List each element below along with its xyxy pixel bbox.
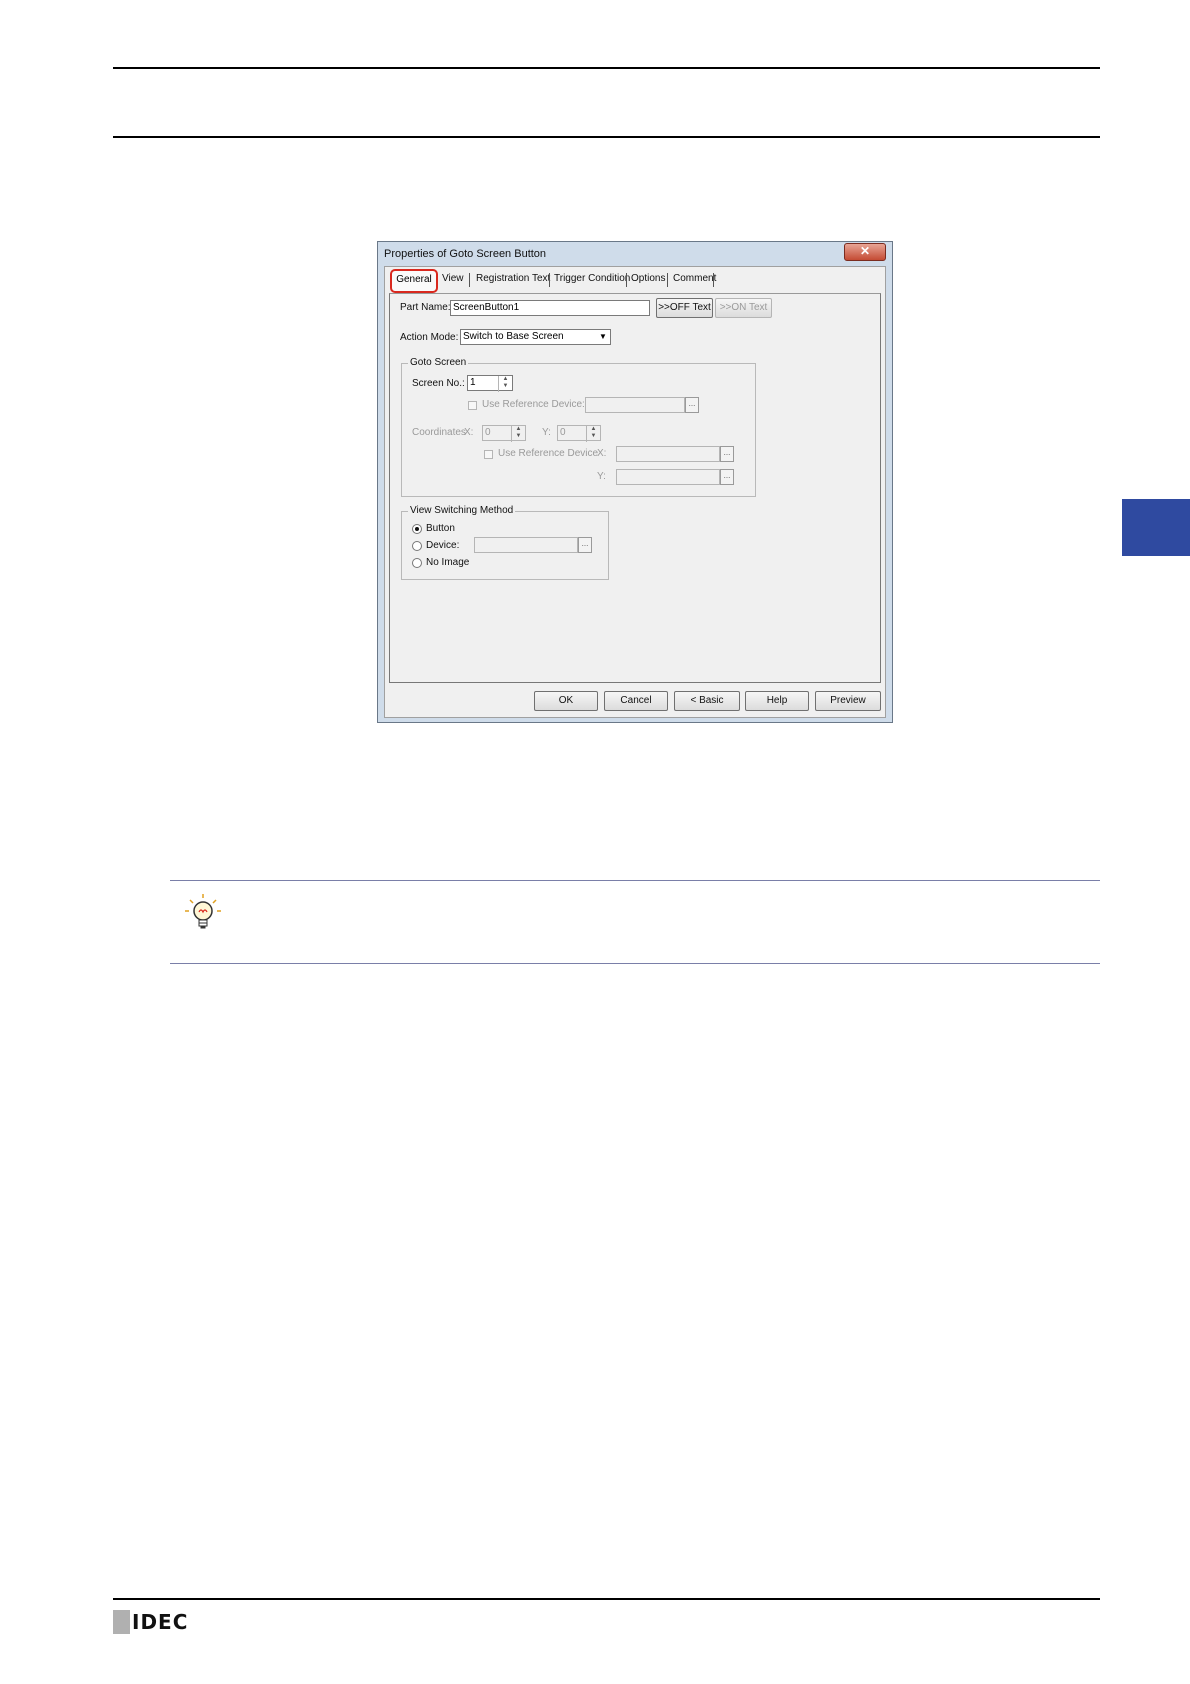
use-reference-device-label: Use Reference Device: (482, 399, 585, 410)
spin-arrows-icon[interactable]: ▲ ▼ (498, 376, 512, 392)
close-button[interactable]: ✕ (844, 243, 886, 261)
tab-view[interactable]: View (442, 273, 464, 284)
preview-button[interactable]: Preview (815, 691, 881, 711)
radio-button-label: Button (426, 523, 455, 534)
screen-no-stepper[interactable]: 1 ▲ ▼ (467, 375, 513, 392)
tab-registration-text[interactable]: Registration Text (476, 273, 550, 284)
basic-button[interactable]: < Basic (674, 691, 740, 711)
radio-no-image-label: No Image (426, 557, 470, 568)
logo-bar (113, 1610, 130, 1634)
hint-top-rule (170, 880, 1100, 881)
radio-device-label: Device: (426, 540, 460, 551)
help-button[interactable]: Help (745, 691, 809, 711)
radio-no-image-option[interactable] (412, 558, 422, 568)
tab-comment[interactable]: Comment (673, 273, 716, 284)
hint-bottom-rule (170, 963, 1100, 964)
screen-no-value: 1 (470, 377, 476, 388)
tab-general[interactable]: General (390, 269, 438, 293)
ref-y-label: Y: (597, 471, 606, 482)
view-switching-group: View Switching Method Button Device: ...… (401, 505, 609, 580)
use-reference-device-checkbox[interactable] (468, 401, 477, 410)
coord-y-label: Y: (542, 427, 551, 438)
tab-separator (469, 273, 470, 287)
browse-device-icon[interactable]: ... (685, 397, 699, 413)
tab-separator (667, 273, 668, 287)
radio-device-option[interactable] (412, 541, 422, 551)
cancel-button[interactable]: Cancel (604, 691, 668, 711)
coord-x-stepper[interactable]: 0 ▲ ▼ (482, 425, 526, 442)
tab-separator (713, 273, 714, 287)
lightbulb-icon (183, 892, 223, 932)
chapter-side-tab (1122, 499, 1190, 556)
use-reference-device-coord-checkbox[interactable] (484, 450, 493, 459)
footer-rule (113, 1598, 1100, 1600)
coord-x-label: X: (464, 427, 474, 438)
logo-text: IDEC (132, 1610, 189, 1634)
header-rule (113, 136, 1100, 138)
screen-no-label: Screen No.: (412, 378, 465, 389)
coord-y-stepper[interactable]: 0 ▲ ▼ (557, 425, 601, 442)
chevron-down-icon: ▼ (599, 332, 607, 341)
off-text-button[interactable]: >>OFF Text (656, 298, 713, 318)
dialog-title: Properties of Goto Screen Button (384, 248, 547, 260)
ref-x-label: X: (597, 448, 607, 459)
action-mode-value: Switch to Base Screen (463, 331, 564, 342)
browse-x-icon[interactable]: ... (720, 446, 734, 462)
ref-y-input[interactable] (616, 469, 720, 485)
goto-screen-group: Goto Screen Screen No.: 1 ▲ ▼ Use Referen… (401, 357, 756, 497)
tab-options[interactable]: Options (631, 273, 665, 284)
spin-arrows-icon[interactable]: ▲ ▼ (586, 426, 600, 442)
tab-separator (549, 273, 550, 287)
ref-x-input[interactable] (616, 446, 720, 462)
ok-button[interactable]: OK (534, 691, 598, 711)
on-text-button[interactable]: >>ON Text (715, 298, 772, 318)
action-mode-label: Action Mode: (400, 332, 459, 343)
goto-screen-group-title: Goto Screen (408, 357, 469, 368)
idec-logo: IDEC (113, 1609, 188, 1635)
coord-x-value: 0 (485, 427, 491, 438)
close-icon: ✕ (859, 244, 871, 258)
spin-arrows-icon[interactable]: ▲ ▼ (511, 426, 525, 442)
coordinates-label: Coordinates (412, 427, 466, 438)
part-name-label: Part Name: (400, 302, 451, 313)
device-input[interactable] (474, 537, 578, 553)
part-name-input[interactable]: ScreenButton1 (450, 300, 650, 316)
browse-view-device-icon[interactable]: ... (578, 537, 592, 553)
coord-y-value: 0 (560, 427, 566, 438)
use-reference-device-coord-label: Use Reference Device (498, 448, 599, 459)
dialog-client: General View Registration Text Trigger C… (384, 266, 886, 718)
browse-y-icon[interactable]: ... (720, 469, 734, 485)
tab-separator (626, 273, 627, 287)
reference-device-input[interactable] (585, 397, 685, 413)
radio-button-option[interactable] (412, 524, 422, 534)
tab-trigger-condition[interactable]: Trigger Condition (554, 273, 630, 284)
view-switching-group-title: View Switching Method (408, 505, 516, 516)
action-mode-select[interactable]: Switch to Base Screen ▼ (460, 329, 611, 345)
properties-dialog: Properties of Goto Screen Button ✕ Gener… (377, 241, 893, 723)
general-panel: Part Name: ScreenButton1 >>OFF Text >>ON… (389, 293, 881, 683)
top-rule (113, 67, 1100, 69)
